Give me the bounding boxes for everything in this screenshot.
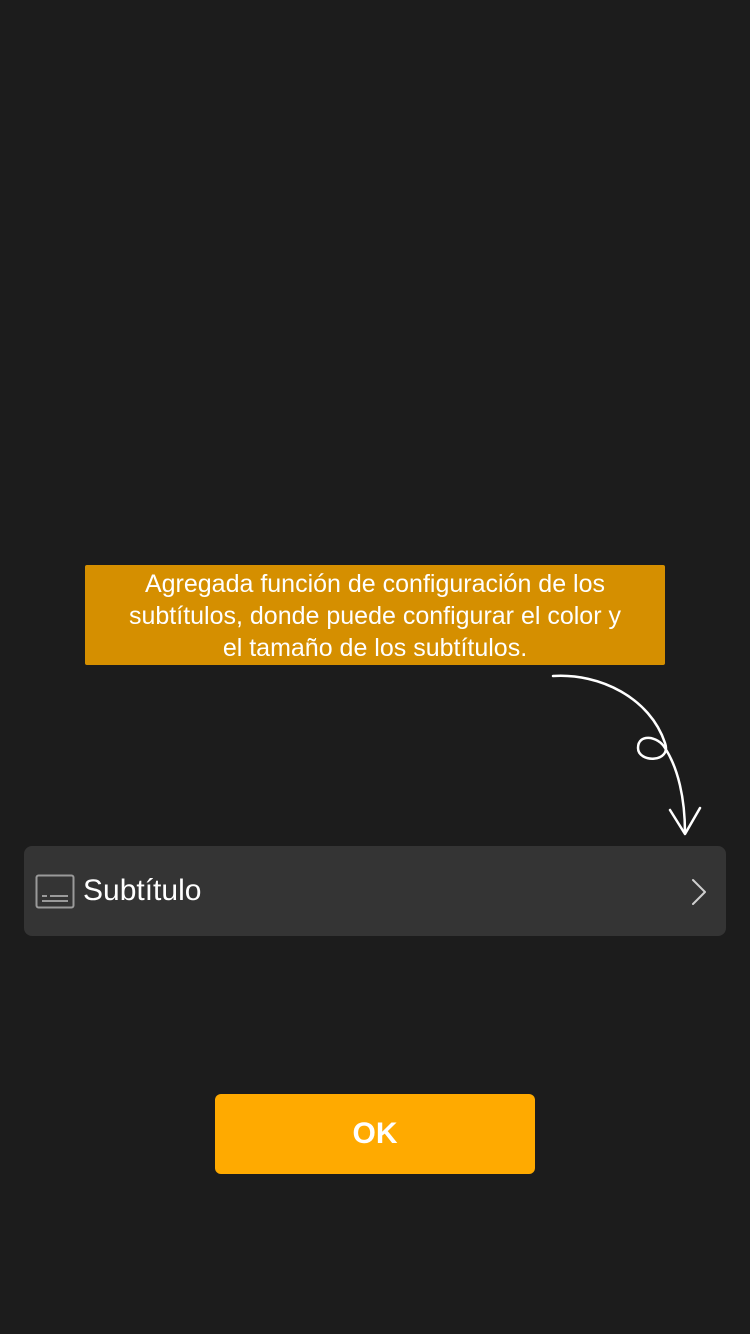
feature-tooltip: Agregada función de configuración de los… <box>85 565 665 665</box>
chevron-right-icon <box>692 879 706 905</box>
screen: Agregada función de configuración de los… <box>0 0 750 1334</box>
pointer-arrow-icon <box>551 674 702 836</box>
tooltip-line-2: subtítulos, donde puede configurar el co… <box>129 602 621 630</box>
tooltip-line-1: Agregada función de configuración de los <box>144 570 606 598</box>
subtitle-settings-row[interactable]: Subtítulo <box>24 846 726 936</box>
subtitle-label: Subtítulo <box>83 874 202 907</box>
subtitles-icon <box>35 874 75 909</box>
tooltip-line-3: el tamaño de los subtítulos. <box>222 634 528 662</box>
ok-button[interactable]: OK <box>215 1094 535 1174</box>
